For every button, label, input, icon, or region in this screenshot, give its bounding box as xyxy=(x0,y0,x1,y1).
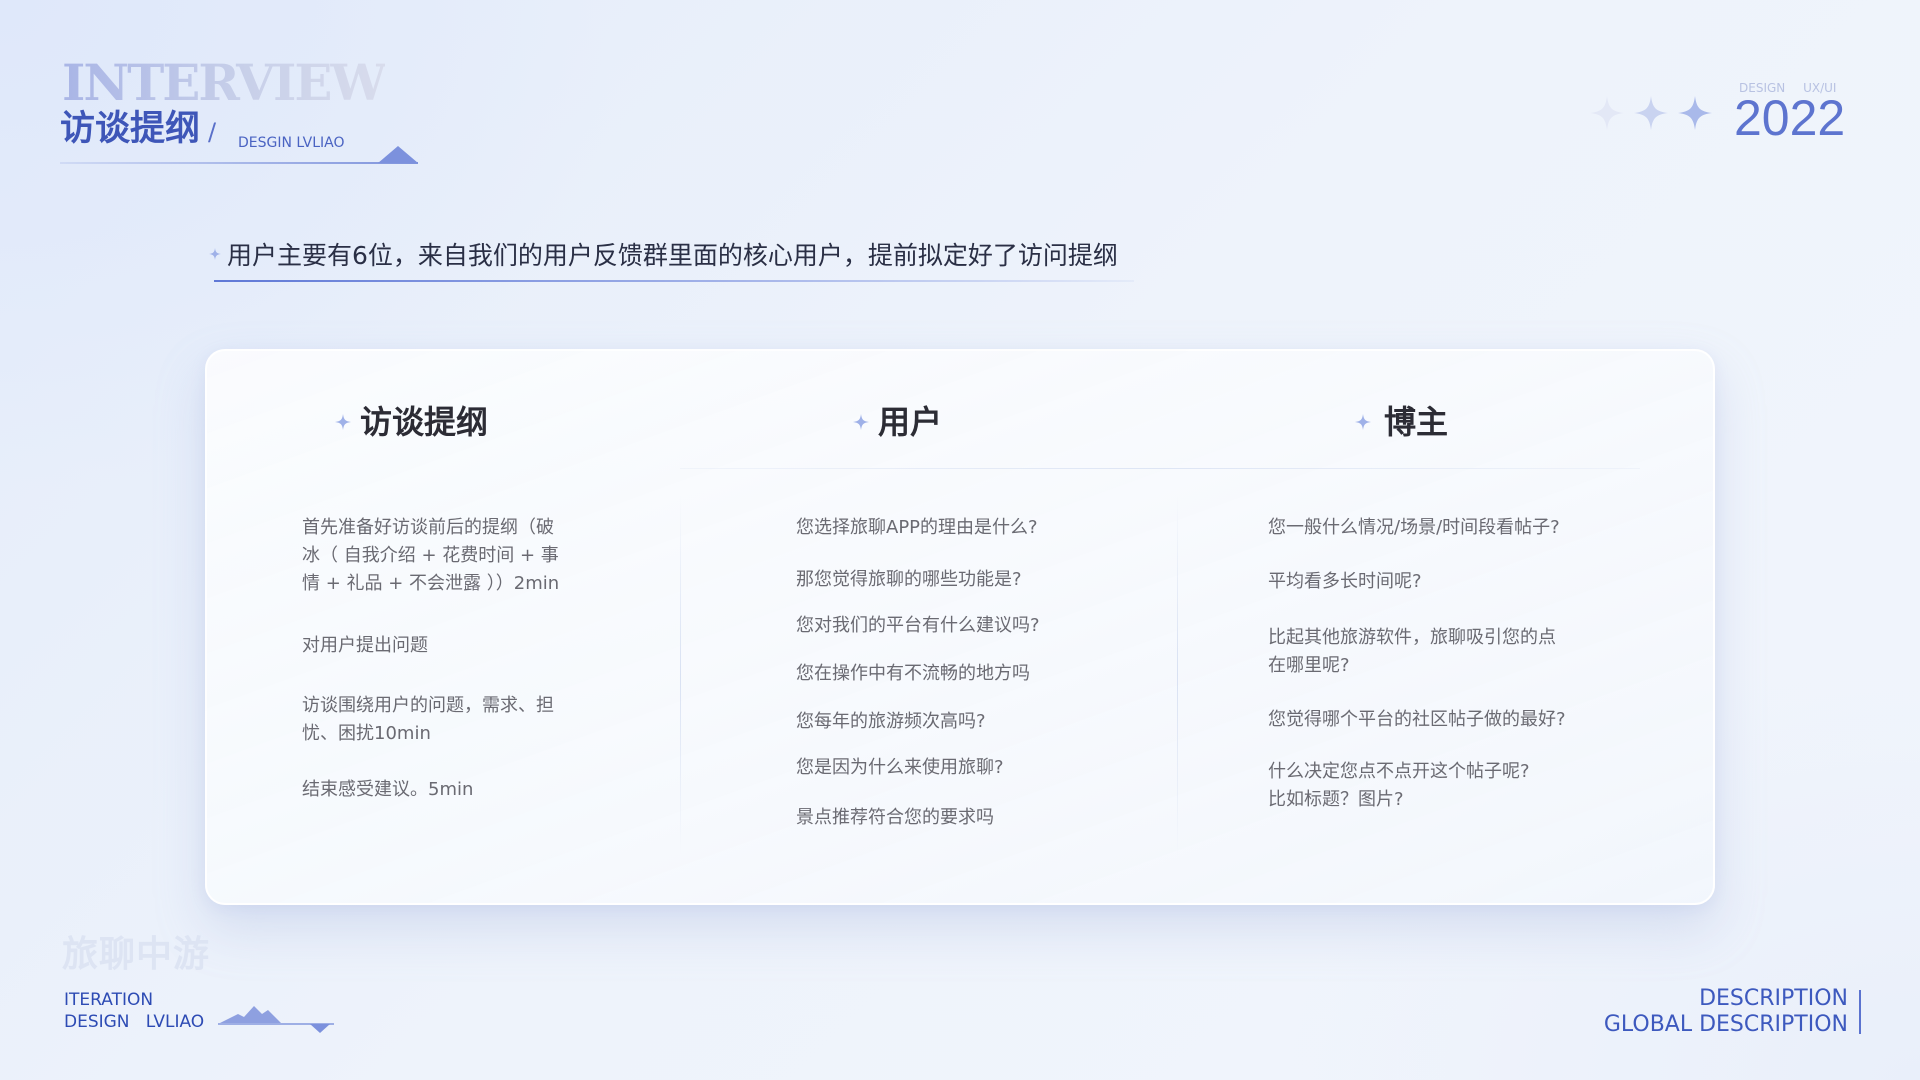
footer-brand-watermark: 旅聊中游 xyxy=(62,933,211,975)
list-item: 景点推荐符合您的要求吗 xyxy=(796,807,994,828)
sparkle-icon xyxy=(853,414,869,430)
footer-desc-2: GLOBAL DESCRIPTION xyxy=(1603,1012,1848,1037)
list-item: 您选择旅聊APP的理由是什么? xyxy=(796,517,1038,538)
list-item: 您觉得哪个平台的社区帖子做的最好? xyxy=(1268,709,1566,730)
column-title-user: 用户 xyxy=(878,403,943,441)
header-underline xyxy=(60,162,418,164)
list-item: 访谈围绕用户的问题，需求、担 忧、困扰10min xyxy=(302,695,554,744)
sparkle-icon xyxy=(209,248,221,260)
intro-text: 用户主要有6位，来自我们的用户反馈群里面的核心用户，提前拟定好了访问提纲 xyxy=(227,241,1118,270)
list-item: 平均看多长时间呢? xyxy=(1268,571,1422,592)
column-divider xyxy=(680,495,681,855)
column-title-outline: 访谈提纲 xyxy=(360,403,489,441)
list-item: 比起其他旅游软件，旅聊吸引您的点 在哪里呢? xyxy=(1268,627,1556,676)
list-item: 对用户提出问题 xyxy=(302,635,428,656)
list-item: 那您觉得旅聊的哪些功能是? xyxy=(796,569,1022,590)
list-item: 结束感受建议。5min xyxy=(302,779,474,800)
mountain-icon xyxy=(218,1006,334,1033)
header-mountain-icon xyxy=(378,146,418,163)
list-item: 您一般什么情况/场景/时间段看帖子? xyxy=(1268,517,1560,538)
list-item: 您在操作中有不流畅的地方吗 xyxy=(796,663,1030,684)
header-subtitle: DESGIN LVLIAO xyxy=(238,135,345,151)
header-divider xyxy=(680,468,1640,469)
column-title-blogger: 博主 xyxy=(1384,403,1449,441)
footer-line-1: ITERATION xyxy=(64,990,154,1010)
list-item: 您是因为什么来使用旅聊? xyxy=(796,757,1004,778)
header-title-en: INTERVIEW xyxy=(62,53,387,112)
footer-desc-1: DESCRIPTION xyxy=(1699,986,1848,1011)
list-item: 您每年的旅游频次高吗? xyxy=(796,711,986,732)
year-label: 2022 xyxy=(1734,90,1846,146)
list-item: 您对我们的平台有什么建议吗? xyxy=(796,615,1040,636)
footer-caption: ITERATION DESIGN LVLIAO xyxy=(64,989,204,1033)
list-item: 什么决定您点不点开这个帖子呢? 比如标题？图片? xyxy=(1268,761,1530,810)
header-title-cn: 访谈提纲 xyxy=(60,109,201,149)
column-divider xyxy=(1177,495,1178,855)
sparkle-icon xyxy=(335,414,351,430)
sparkle-icon xyxy=(1590,96,1624,130)
footer-line-2: DESIGN LVLIAO xyxy=(64,1012,205,1032)
header-slash: / xyxy=(208,118,217,146)
intro-underline xyxy=(214,280,1134,282)
sparkle-icon xyxy=(1355,414,1371,430)
list-item: 首先准备好访谈前后的提纲（破 冰（ 自我介绍 + 花费时间 + 事 情 + 礼品… xyxy=(302,517,560,594)
sparkle-icon xyxy=(1634,96,1668,130)
sparkle-icon xyxy=(1678,96,1712,130)
footer-description: DESCRIPTION GLOBAL DESCRIPTION xyxy=(1604,986,1848,1038)
footer-accent-bar xyxy=(1859,990,1861,1034)
